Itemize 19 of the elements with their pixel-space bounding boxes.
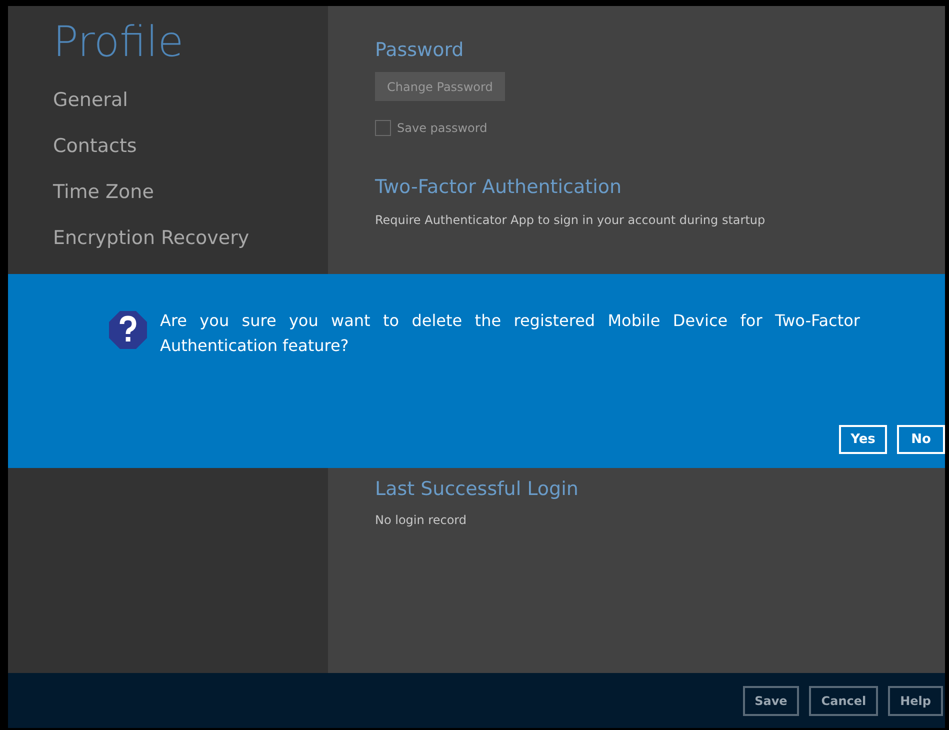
login-record-text: No login record [375, 512, 467, 529]
checkbox[interactable] [375, 120, 391, 136]
footer-button[interactable]: Help [888, 686, 943, 716]
sidebar-item[interactable]: Encryption Recovery [53, 222, 250, 254]
footer-button[interactable]: Cancel [809, 686, 878, 716]
section-heading: Two-Factor Authentication [375, 175, 622, 200]
dialog-button[interactable]: No [897, 425, 945, 454]
sidebar-item[interactable]: General [53, 84, 128, 116]
footer-button[interactable]: Save [742, 686, 800, 716]
section-heading: Last Successful Login [375, 477, 578, 502]
question-icon [108, 310, 148, 350]
dialog-button[interactable]: Yes [839, 425, 887, 454]
page-title: Profile [53, 16, 185, 68]
sidebar-item[interactable]: Contacts [53, 130, 137, 162]
section-heading: Password [375, 38, 464, 63]
description-text: Require Authenticator App to sign in your account during startup [375, 212, 766, 229]
checkbox-label: Save password [397, 120, 488, 137]
dialog-message: Are you sure you want to delete the registered Mobile Device for Two-Factor Authentication feature? [160, 310, 860, 357]
sidebar-item[interactable]: Time Zone [53, 176, 154, 208]
